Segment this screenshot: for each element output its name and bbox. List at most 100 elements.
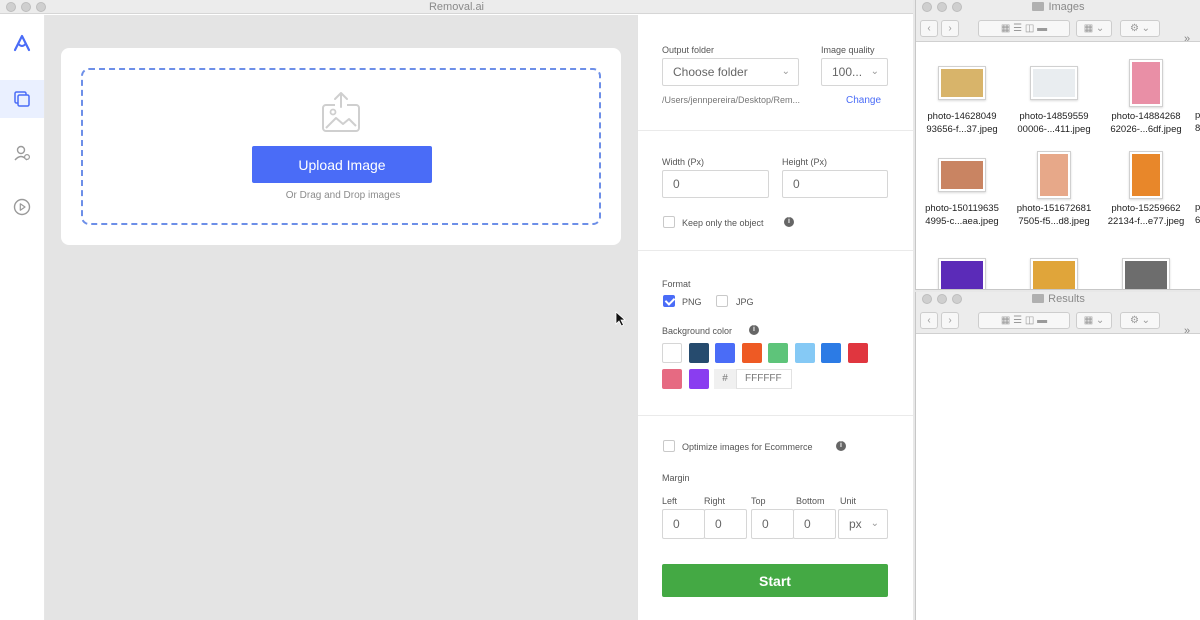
app-window: Removal.ai Upload Image Or Drag and Drop… — [0, 0, 913, 620]
view-mode-switcher[interactable]: ▦ ☰ ◫ ▬ — [978, 20, 1070, 37]
margin-left-label: Left — [662, 496, 678, 506]
output-folder-label: Output folder — [662, 45, 715, 55]
file-name-line: 7505-f5...d8.jpeg — [1018, 216, 1090, 227]
file-thumbnail — [1030, 66, 1078, 100]
finder-title: Results — [1048, 293, 1085, 305]
gear-icon[interactable]: ⚙ ⌄ — [1120, 20, 1160, 37]
file-name: photo-151672681 7505-f5...d8.jpeg — [1008, 202, 1100, 228]
drag-drop-hint: Or Drag and Drop images — [285, 190, 401, 201]
more-toolbar-icon[interactable]: » — [1184, 325, 1190, 337]
file-thumbnail — [938, 66, 986, 100]
info-icon[interactable]: i — [784, 217, 794, 227]
user-icon — [14, 145, 31, 161]
group-by-button[interactable]: ▦ ⌄ — [1076, 312, 1112, 329]
file-item[interactable]: photo-14628049 93656-f...37.jpeg — [916, 43, 1008, 143]
margin-right-label: Right — [704, 496, 726, 506]
sidebar-item-account[interactable] — [0, 134, 44, 172]
chevron-down-icon: ⌄ — [781, 66, 790, 77]
color-swatch[interactable] — [741, 343, 762, 363]
sidebar-item-tutorial[interactable] — [0, 188, 44, 226]
group-by-button[interactable]: ▦ ⌄ — [1076, 20, 1112, 37]
view-mode-switcher[interactable]: ▦ ☰ ◫ ▬ — [978, 312, 1070, 329]
file-name-clipped: p — [1195, 110, 1200, 121]
upload-image-button[interactable]: Upload Image — [252, 146, 432, 183]
finder-window-results: Results ‹ › ▦ ☰ ◫ ▬ ▦ ⌄ ⚙ ⌄ » — [915, 292, 1200, 620]
output-path: /Users/jennpereira/Desktop/Rem... — [662, 95, 801, 105]
color-swatch[interactable] — [794, 343, 815, 363]
info-icon[interactable]: i — [749, 325, 759, 335]
color-swatch[interactable] — [715, 343, 735, 363]
color-swatch[interactable] — [847, 343, 868, 363]
color-swatch[interactable] — [662, 343, 682, 363]
output-folder-select[interactable]: Choose folder ⌄ — [662, 58, 799, 86]
file-name-line: 00006-...411.jpeg — [1017, 124, 1091, 135]
start-button[interactable]: Start — [662, 564, 888, 597]
divider — [638, 130, 913, 131]
optimize-ecommerce-checkbox[interactable] — [663, 440, 675, 452]
file-thumbnail — [938, 258, 986, 289]
file-item[interactable]: photo-150119635 4995-c...aea.jpeg — [916, 143, 1008, 243]
mouse-cursor-icon — [615, 311, 627, 327]
forward-button[interactable]: › — [941, 20, 959, 37]
play-icon — [13, 198, 31, 216]
divider — [638, 250, 913, 251]
color-swatch[interactable] — [688, 369, 709, 389]
folder-icon — [1032, 2, 1045, 11]
file-item[interactable] — [1008, 243, 1100, 289]
color-swatch[interactable] — [688, 343, 709, 363]
image-quality-label: Image quality — [821, 45, 875, 55]
divider — [638, 415, 913, 416]
margin-right-input[interactable]: 0 — [704, 509, 747, 539]
back-button[interactable]: ‹ — [920, 20, 938, 37]
png-label: PNG — [682, 297, 702, 307]
color-swatch[interactable] — [821, 343, 841, 363]
file-item[interactable]: photo-14859559 00006-...411.jpeg — [1008, 43, 1100, 143]
finder-file-grid: photo-14628049 93656-f...37.jpeg photo-148… — [916, 43, 1200, 289]
hex-input[interactable]: FFFFFF — [736, 369, 792, 389]
margin-bottom-label: Bottom — [796, 496, 825, 506]
file-name: photo-150119635 4995-c...aea.jpeg — [916, 202, 1008, 228]
margin-top-label: Top — [751, 496, 766, 506]
file-item[interactable] — [916, 243, 1008, 289]
app-title: Removal.ai — [428, 1, 485, 13]
png-checkbox[interactable] — [663, 295, 675, 307]
height-label: Height (Px) — [782, 157, 828, 167]
file-name: photo-15259662 22134-f...e77.jpeg — [1100, 202, 1192, 228]
file-name-line: 22134-f...e77.jpeg — [1107, 216, 1185, 227]
app-titlebar: Removal.ai — [0, 0, 913, 14]
file-thumbnail — [1030, 258, 1078, 289]
file-name-clipped: 6 — [1195, 215, 1200, 226]
color-swatch[interactable] — [662, 369, 682, 389]
file-item[interactable]: photo-151672681 7505-f5...d8.jpeg — [1008, 143, 1100, 243]
sidebar — [0, 15, 45, 620]
finder-toolbar: ‹ › ▦ ☰ ◫ ▬ ▦ ⌄ ⚙ ⌄ » — [916, 306, 1200, 337]
format-label: Format — [662, 279, 691, 289]
unit-select[interactable]: px ⌄ — [838, 509, 888, 539]
back-button[interactable]: ‹ — [920, 312, 938, 329]
images-icon — [14, 91, 30, 107]
file-thumbnail — [1037, 151, 1071, 199]
jpg-checkbox[interactable] — [716, 295, 728, 307]
forward-button[interactable]: › — [941, 312, 959, 329]
image-quality-select[interactable]: 100... ⌄ — [821, 58, 888, 86]
height-input[interactable]: 0 — [782, 170, 888, 198]
file-name-line: photo-14884268 — [1111, 111, 1181, 122]
file-item[interactable]: photo-14884268 62026-...6df.jpeg — [1100, 43, 1192, 143]
info-icon[interactable]: i — [836, 441, 846, 451]
color-swatch[interactable] — [768, 343, 788, 363]
dropzone[interactable]: Upload Image Or Drag and Drop images — [81, 68, 601, 225]
finder-toolbar: ‹ › ▦ ☰ ◫ ▬ ▦ ⌄ ⚙ ⌄ » — [916, 14, 1200, 45]
sidebar-item-images[interactable] — [0, 80, 44, 118]
settings-panel: Output folder Image quality Choose folde… — [637, 15, 913, 620]
margin-top-input[interactable]: 0 — [751, 509, 794, 539]
chevron-down-icon: ⌄ — [870, 518, 879, 529]
keep-object-label: Keep only the object — [682, 218, 764, 228]
gear-icon[interactable]: ⚙ ⌄ — [1120, 312, 1160, 329]
margin-left-input[interactable]: 0 — [662, 509, 705, 539]
width-input[interactable]: 0 — [662, 170, 769, 198]
file-item[interactable] — [1100, 243, 1192, 289]
change-folder-link[interactable]: Change — [846, 95, 881, 106]
keep-object-checkbox[interactable] — [663, 216, 675, 228]
file-item[interactable]: photo-15259662 22134-f...e77.jpeg — [1100, 143, 1192, 243]
margin-bottom-input[interactable]: 0 — [793, 509, 836, 539]
